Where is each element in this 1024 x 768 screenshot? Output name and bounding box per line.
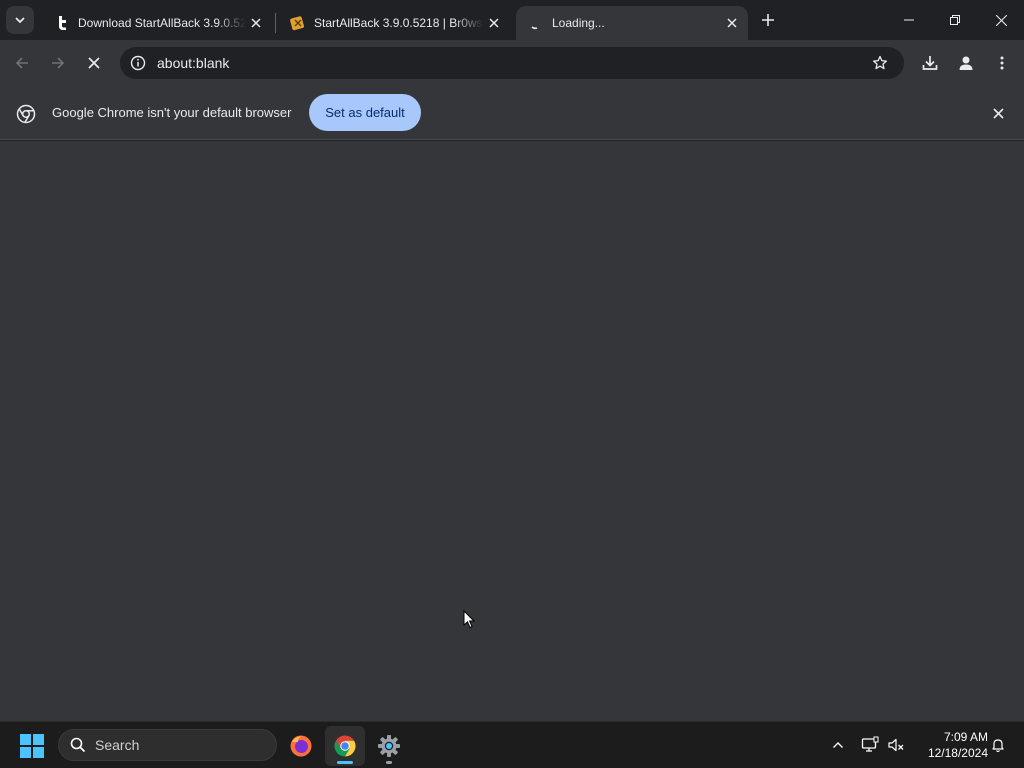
- minimize-button[interactable]: [886, 0, 932, 40]
- start-button[interactable]: [20, 734, 44, 758]
- gear-icon: [378, 735, 400, 757]
- tab-title: StartAllBack 3.9.0.5218 | Br0wse: [314, 16, 484, 30]
- new-tab-button[interactable]: [756, 8, 780, 32]
- profile-button[interactable]: [950, 47, 982, 79]
- firefox-icon: [290, 735, 312, 757]
- running-indicator: [386, 761, 392, 764]
- download-icon: [922, 56, 938, 70]
- bell-icon: [992, 739, 1004, 753]
- set-as-default-button[interactable]: Set as default: [309, 94, 421, 131]
- person-icon: [959, 56, 973, 70]
- search-label: Search: [95, 737, 140, 753]
- show-hidden-icons-button[interactable]: [825, 732, 851, 758]
- tab-title: Download StartAllBack 3.9.0.5218: [78, 16, 246, 30]
- bookmark-star-icon[interactable]: [868, 51, 892, 75]
- chevron-up-icon: [833, 742, 843, 748]
- chrome-logo-icon: [16, 104, 36, 124]
- close-window-button[interactable]: [978, 0, 1024, 40]
- speaker-muted-icon: [888, 738, 904, 752]
- toolbar: about:blank: [0, 40, 1024, 86]
- volume-muted-button[interactable]: [883, 732, 909, 758]
- settings-taskbar-app[interactable]: [369, 726, 409, 766]
- active-indicator: [337, 761, 353, 764]
- minimize-icon: [904, 19, 914, 21]
- tab-download-startallback[interactable]: Download StartAllBack 3.9.0.5218: [42, 6, 272, 40]
- loading-spinner-icon: [528, 15, 544, 31]
- restore-icon: [950, 15, 960, 25]
- stop-icon: [88, 57, 100, 69]
- close-tab-icon[interactable]: [246, 13, 266, 33]
- windows-logo-icon: [33, 747, 44, 758]
- url-text[interactable]: about:blank: [157, 55, 868, 71]
- kebab-menu-icon: [1000, 56, 1004, 70]
- arrow-right-icon: [52, 57, 65, 69]
- windows-logo-icon: [33, 734, 44, 745]
- close-icon: [995, 14, 1007, 26]
- clock-date: 12/18/2024: [927, 746, 988, 760]
- notifications-button[interactable]: [985, 732, 1011, 758]
- close-tab-icon[interactable]: [484, 13, 504, 33]
- restore-button[interactable]: [932, 0, 978, 40]
- tab-separator: [275, 13, 276, 33]
- downloads-button[interactable]: [914, 47, 946, 79]
- clock[interactable]: 7:09 AM 12/18/2024: [912, 729, 988, 761]
- plus-icon: [762, 14, 774, 26]
- chevron-down-icon: [15, 17, 25, 24]
- search-icon: [69, 736, 87, 754]
- tab-search-button[interactable]: [6, 6, 34, 34]
- stop-loading-button[interactable]: [78, 47, 110, 79]
- startallback-icon: [290, 15, 306, 31]
- chrome-taskbar-app[interactable]: [325, 726, 365, 766]
- t-letter-icon: [54, 15, 70, 31]
- chrome-icon: [334, 735, 356, 757]
- close-icon: [992, 107, 1004, 119]
- infobar-message: Google Chrome isn't your default browser: [52, 105, 292, 120]
- menu-button[interactable]: [986, 47, 1018, 79]
- tab-title: Loading...: [552, 16, 605, 30]
- taskbar: Search 7:09 AM 12/18/2024: [0, 721, 1024, 768]
- default-browser-infobar: Google Chrome isn't your default browser…: [0, 86, 1024, 140]
- network-icon: [861, 736, 879, 752]
- close-infobar-button[interactable]: [988, 103, 1008, 123]
- tab-loading-active[interactable]: Loading...: [516, 6, 748, 40]
- windows-logo-icon: [20, 747, 31, 758]
- tab-startallback-browse[interactable]: StartAllBack 3.9.0.5218 | Br0wse: [278, 6, 510, 40]
- forward-button[interactable]: [42, 47, 74, 79]
- close-tab-icon[interactable]: [722, 13, 742, 33]
- mouse-cursor-icon: [463, 610, 475, 629]
- windows-logo-icon: [20, 734, 31, 745]
- firefox-taskbar-app[interactable]: [281, 726, 321, 766]
- back-button[interactable]: [6, 47, 38, 79]
- desktop: Download StartAllBack 3.9.0.5218 StartAl…: [0, 0, 1024, 768]
- network-button[interactable]: [857, 732, 883, 758]
- tab-strip: Download StartAllBack 3.9.0.5218 StartAl…: [0, 0, 1024, 40]
- clock-time: 7:09 AM: [943, 730, 988, 744]
- taskbar-search[interactable]: Search: [58, 729, 277, 761]
- info-icon[interactable]: [128, 53, 148, 73]
- page-content[interactable]: [0, 141, 1024, 721]
- address-bar[interactable]: about:blank: [120, 47, 904, 79]
- arrow-left-icon: [15, 57, 28, 69]
